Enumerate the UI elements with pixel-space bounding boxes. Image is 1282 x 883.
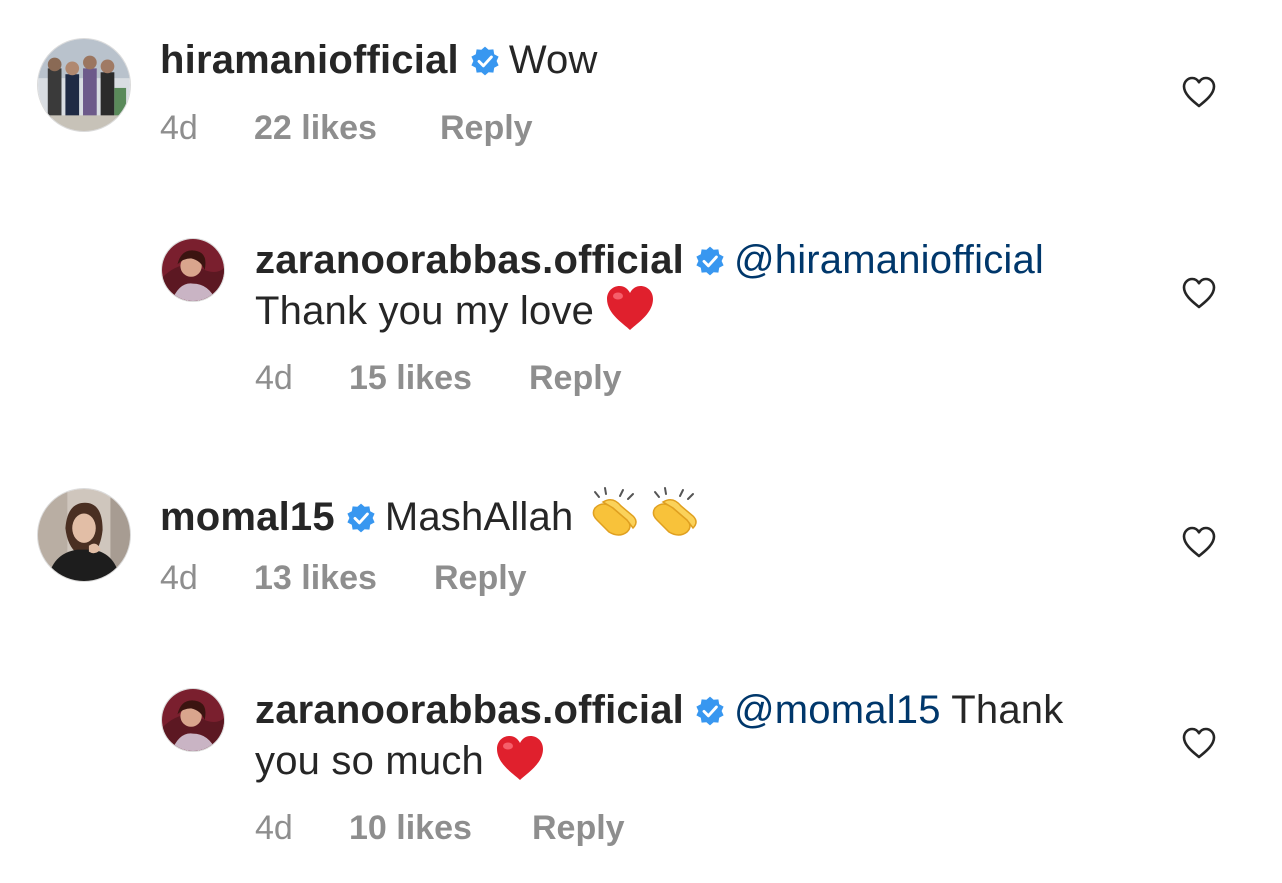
likes-count[interactable]: 10 likes: [349, 808, 532, 848]
comment-body: MashAllah: [384, 495, 574, 539]
heart-outline-icon: [1182, 727, 1216, 759]
comment-body: Wow: [508, 38, 598, 82]
red-heart-emoji: [604, 284, 656, 332]
likes-count[interactable]: 13 likes: [254, 558, 434, 598]
username[interactable]: momal15: [160, 495, 335, 539]
like-button[interactable]: [1181, 525, 1217, 559]
timestamp[interactable]: 4d: [255, 808, 349, 848]
mention-link[interactable]: @momal15: [734, 688, 941, 732]
verified-badge-icon: [345, 502, 377, 534]
mention-link[interactable]: @hiramaniofficial: [734, 238, 1044, 282]
comment-body: Thank you my love: [255, 289, 595, 333]
like-button[interactable]: [1181, 276, 1217, 310]
comment-meta: 4d 22 likes Reply: [160, 108, 533, 148]
avatar[interactable]: [37, 38, 131, 132]
avatar[interactable]: [161, 238, 225, 302]
red-heart-emoji: [494, 734, 546, 782]
username[interactable]: zaranoorabbas.official: [255, 688, 684, 732]
username[interactable]: hiramaniofficial: [160, 38, 459, 82]
timestamp[interactable]: 4d: [160, 108, 254, 148]
comment-body: you so much: [255, 739, 484, 783]
comment-body: Thank: [951, 688, 1064, 732]
heart-outline-icon: [1182, 526, 1216, 558]
timestamp[interactable]: 4d: [255, 358, 349, 398]
comment-text-line: Thank you my love: [255, 284, 656, 335]
reply-button[interactable]: Reply: [529, 358, 622, 398]
avatar[interactable]: [161, 688, 225, 752]
heart-outline-icon: [1182, 76, 1216, 108]
like-button[interactable]: [1181, 75, 1217, 109]
comment-text-line: zaranoorabbas.official @momal15 Thank: [255, 686, 1063, 734]
comment-text-line: momal15 MashAllah: [160, 486, 703, 541]
like-button[interactable]: [1181, 726, 1217, 760]
verified-badge-icon: [694, 245, 726, 277]
comment-text-line: hiramaniofficial Wow: [160, 36, 598, 84]
comment-text-line: you so much: [255, 734, 546, 785]
username[interactable]: zaranoorabbas.official: [255, 238, 684, 282]
reply-button[interactable]: Reply: [434, 558, 527, 598]
comment-meta: 4d 15 likes Reply: [255, 358, 622, 398]
comment-meta: 4d 10 likes Reply: [255, 808, 625, 848]
verified-badge-icon: [694, 695, 726, 727]
comment-meta: 4d 13 likes Reply: [160, 558, 527, 598]
likes-count[interactable]: 15 likes: [349, 358, 529, 398]
reply-button[interactable]: Reply: [440, 108, 533, 148]
likes-count[interactable]: 22 likes: [254, 108, 440, 148]
clapping-hands-emoji: [587, 486, 643, 538]
heart-outline-icon: [1182, 277, 1216, 309]
timestamp[interactable]: 4d: [160, 558, 254, 598]
avatar[interactable]: [37, 488, 131, 582]
reply-button[interactable]: Reply: [532, 808, 625, 848]
comment-text-line: zaranoorabbas.official @hiramaniofficial: [255, 236, 1044, 284]
verified-badge-icon: [469, 45, 501, 77]
clapping-hands-emoji: [647, 486, 703, 538]
